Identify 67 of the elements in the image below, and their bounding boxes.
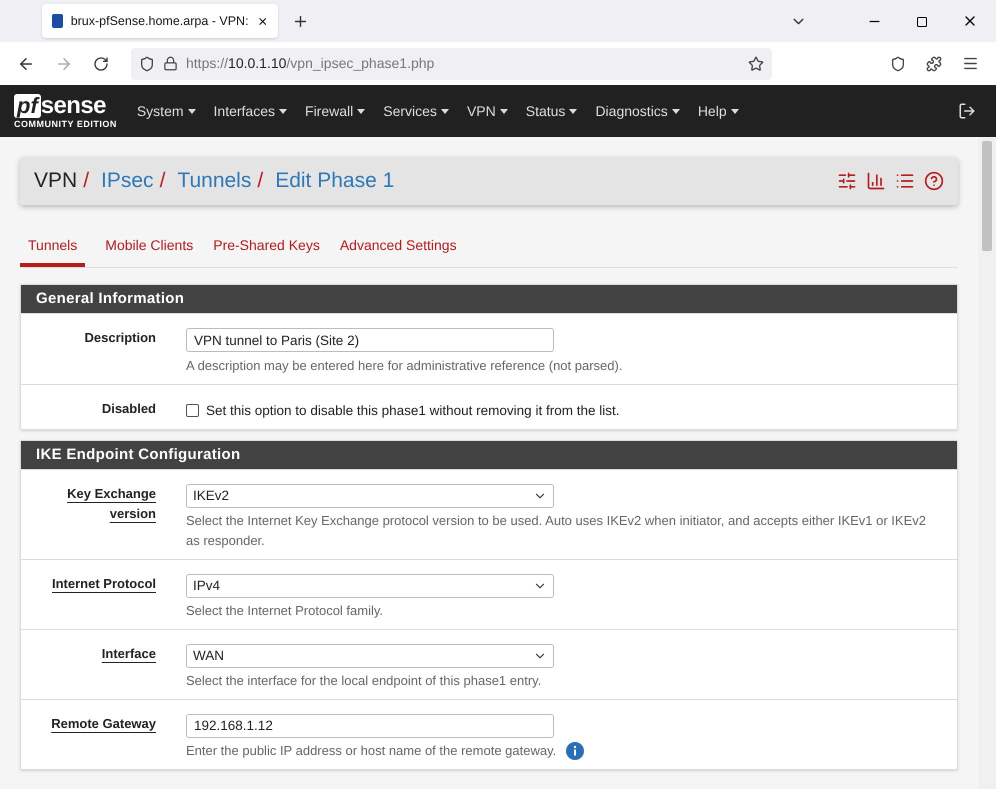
- shield-icon[interactable]: [139, 56, 155, 72]
- nav-menu[interactable]: Status: [526, 100, 578, 122]
- breadcrumb-separator: /: [160, 168, 166, 194]
- reload-icon[interactable]: [93, 56, 109, 72]
- field-label: Disabled: [102, 400, 156, 418]
- section-header: General Information: [21, 285, 957, 313]
- tab[interactable]: Mobile Clients: [105, 227, 194, 267]
- logo[interactable]: pfsense COMMUNITY EDITION: [14, 94, 117, 128]
- dropdown-field[interactable]: WAN: [186, 644, 554, 668]
- section-header: IKE Endpoint Configuration: [21, 440, 957, 469]
- new-tab-icon[interactable]: [292, 13, 309, 30]
- sliders-icon[interactable]: [837, 171, 857, 191]
- help-text: Select the interface for the local endpoint of this phase1 entry.: [186, 672, 542, 690]
- caret-icon: [279, 108, 288, 114]
- lock-icon[interactable]: [163, 56, 178, 71]
- breadcrumb-link[interactable]: Tunnels: [177, 165, 252, 197]
- bookmark-star-icon[interactable]: [748, 56, 764, 72]
- extensions-icon[interactable]: [926, 56, 942, 72]
- breadcrumb-link[interactable]: IPsec: [101, 165, 154, 197]
- caret-icon: [672, 108, 680, 114]
- field-label[interactable]: Internet Protocol: [52, 574, 156, 621]
- field-label[interactable]: Interface: [102, 644, 156, 691]
- breadcrumb-link[interactable]: Edit Phase 1: [275, 165, 394, 197]
- browser-tab[interactable]: brux-pfSense.home.arpa - VPN:: [42, 4, 278, 38]
- tab[interactable]: Pre-Shared Keys: [213, 227, 320, 267]
- caret-icon: [500, 108, 508, 114]
- caret-icon: [357, 108, 366, 114]
- tab[interactable]: Tunnels: [20, 227, 86, 267]
- field-label: Description: [84, 329, 156, 347]
- help-text: Enter the public IP address or host name of the remote gateway.: [186, 742, 556, 760]
- caret-icon: [569, 108, 578, 114]
- help-text: Select the Internet Protocol family.: [186, 602, 384, 620]
- maximize-icon[interactable]: [916, 16, 928, 28]
- caret-icon: [440, 108, 449, 114]
- field-label[interactable]: Remote Gateway: [51, 714, 156, 762]
- dropdown-field[interactable]: IKEv2: [186, 484, 554, 508]
- menu-icon[interactable]: [962, 55, 979, 72]
- text-field[interactable]: VPN tunnel to Paris (Site 2): [186, 328, 554, 352]
- caret-icon: [188, 108, 196, 114]
- logout-icon[interactable]: [958, 102, 976, 120]
- nav-menu[interactable]: Services: [383, 100, 449, 122]
- help-text: A description may be entered here for administrative reference (not parsed).: [186, 356, 622, 375]
- nav-menu[interactable]: System: [136, 100, 196, 122]
- url-text: https://10.0.1.10/vpn_ipsec_phase1.php: [186, 54, 436, 73]
- breadcrumb-separator: /: [257, 168, 264, 194]
- nav-menu[interactable]: Help: [698, 100, 739, 122]
- nav-menu[interactable]: Firewall: [305, 100, 366, 122]
- breadcrumb-text: VPN: [34, 168, 78, 194]
- caret-icon: [730, 108, 739, 114]
- text-field[interactable]: 192.168.1.12: [186, 714, 554, 738]
- nav-menu[interactable]: Diagnostics: [595, 100, 680, 122]
- checkbox-label: Set this option to disable this phase1 without removing it from the list.: [206, 402, 620, 420]
- favicon-icon: [52, 14, 63, 28]
- nav-menu[interactable]: VPN: [466, 100, 508, 122]
- scrollbar[interactable]: [978, 137, 996, 789]
- tab[interactable]: Advanced Settings: [340, 227, 457, 267]
- field-label[interactable]: Key Exchange version: [36, 484, 156, 551]
- help-icon[interactable]: [924, 171, 944, 191]
- tab-title: brux-pfSense.home.arpa - VPN:: [70, 12, 249, 30]
- address-bar[interactable]: https://10.0.1.10/vpn_ipsec_phase1.php: [131, 48, 772, 80]
- breadcrumb-separator: /: [83, 168, 90, 194]
- nav-menu[interactable]: Interfaces: [214, 100, 288, 122]
- bar-chart-icon[interactable]: [866, 171, 886, 191]
- checkbox[interactable]: [186, 404, 199, 418]
- info-icon[interactable]: [566, 742, 584, 760]
- dropdown-field[interactable]: IPv4: [186, 574, 554, 598]
- help-text: Select the Internet Key Exchange protocol version to be used. Auto uses IKEv2 when initiator, and accepts either IKEv1 or IKEv2 as responder.: [186, 512, 927, 550]
